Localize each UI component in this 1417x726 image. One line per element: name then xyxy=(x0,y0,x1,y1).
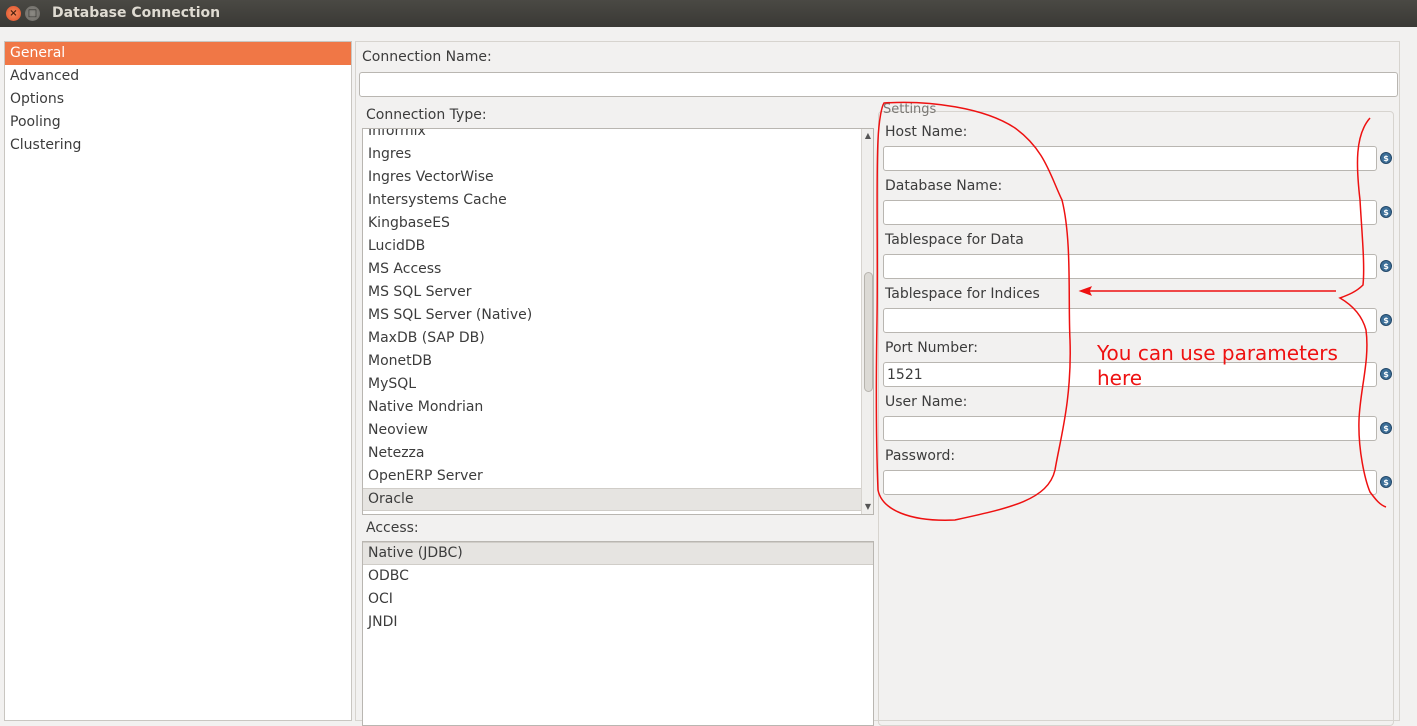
list-item[interactable]: OpenERP Server xyxy=(363,465,861,488)
category-item-options[interactable]: Options xyxy=(5,88,351,111)
tablespace-indices-label: Tablespace for Indices xyxy=(885,286,1040,302)
host-name-input[interactable] xyxy=(883,146,1377,171)
list-item-selected[interactable]: Oracle xyxy=(363,488,861,511)
category-list: General Advanced Options Pooling Cluster… xyxy=(4,41,352,721)
variable-dollar-icon[interactable]: $ xyxy=(1380,368,1392,380)
tablespace-data-label: Tablespace for Data xyxy=(885,232,1024,248)
list-item[interactable]: LucidDB xyxy=(363,235,861,258)
scrollbar-thumb[interactable] xyxy=(864,272,873,392)
category-item-pooling[interactable]: Pooling xyxy=(5,111,351,134)
variable-dollar-icon[interactable]: $ xyxy=(1380,152,1392,164)
scroll-up-arrow-icon[interactable]: ▲ xyxy=(862,129,873,143)
connection-name-input[interactable] xyxy=(359,72,1398,97)
connection-type-list[interactable]: Informix Ingres Ingres VectorWise Inters… xyxy=(362,128,874,515)
database-name-label: Database Name: xyxy=(885,178,1003,194)
tablespace-indices-input[interactable] xyxy=(883,308,1377,333)
category-item-general[interactable]: General xyxy=(5,42,351,65)
scroll-down-arrow-icon[interactable]: ▼ xyxy=(862,500,873,514)
list-item[interactable]: MySQL xyxy=(363,373,861,396)
annotation-text-line1: You can use parameters xyxy=(1097,341,1338,365)
maximize-icon[interactable]: □ xyxy=(25,6,40,21)
list-item[interactable]: MonetDB xyxy=(363,350,861,373)
port-number-label: Port Number: xyxy=(885,340,978,356)
list-item[interactable]: Ingres VectorWise xyxy=(363,166,861,189)
list-item[interactable]: Informix xyxy=(363,129,861,143)
close-icon[interactable]: × xyxy=(6,6,21,21)
connection-type-scrollbar[interactable]: ▲ ▼ xyxy=(861,129,873,514)
connection-name-label: Connection Name: xyxy=(362,49,492,65)
password-input[interactable] xyxy=(883,470,1377,495)
variable-dollar-icon[interactable]: $ xyxy=(1380,206,1392,218)
password-label: Password: xyxy=(885,448,956,464)
list-item[interactable]: MS SQL Server (Native) xyxy=(363,304,861,327)
connection-type-label: Connection Type: xyxy=(366,107,487,123)
tablespace-data-input[interactable] xyxy=(883,254,1377,279)
list-item[interactable]: ODBC xyxy=(363,565,873,588)
list-item[interactable]: MaxDB (SAP DB) xyxy=(363,327,861,350)
list-item[interactable]: Native Mondrian xyxy=(363,396,861,419)
database-name-input[interactable] xyxy=(883,200,1377,225)
user-name-label: User Name: xyxy=(885,394,968,410)
variable-dollar-icon[interactable]: $ xyxy=(1380,476,1392,488)
list-item[interactable]: MS Access xyxy=(363,258,861,281)
list-item[interactable]: KingbaseES xyxy=(363,212,861,235)
list-item-selected[interactable]: Native (JDBC) xyxy=(363,542,873,565)
list-item[interactable]: Intersystems Cache xyxy=(363,189,861,212)
list-item[interactable]: MS SQL Server xyxy=(363,281,861,304)
annotation-text: You can use parameters here xyxy=(1097,341,1338,391)
variable-dollar-icon[interactable]: $ xyxy=(1380,314,1392,326)
access-method-list[interactable]: Native (JDBC) ODBC OCI JNDI xyxy=(362,541,874,726)
category-item-advanced[interactable]: Advanced xyxy=(5,65,351,88)
variable-dollar-icon[interactable]: $ xyxy=(1380,422,1392,434)
window-title: Database Connection xyxy=(52,5,221,21)
variable-dollar-icon[interactable]: $ xyxy=(1380,260,1392,272)
access-label: Access: xyxy=(366,520,419,536)
list-item[interactable]: JNDI xyxy=(363,611,873,634)
list-item[interactable]: Neoview xyxy=(363,419,861,442)
list-item[interactable]: OCI xyxy=(363,588,873,611)
list-item[interactable]: Ingres xyxy=(363,143,861,166)
annotation-text-line2: here xyxy=(1097,366,1143,390)
host-name-label: Host Name: xyxy=(885,124,968,140)
category-item-clustering[interactable]: Clustering xyxy=(5,134,351,157)
list-item[interactable]: Netezza xyxy=(363,442,861,465)
user-name-input[interactable] xyxy=(883,416,1377,441)
settings-title: Settings xyxy=(883,102,937,117)
window-titlebar: × □ Database Connection xyxy=(0,0,1417,27)
